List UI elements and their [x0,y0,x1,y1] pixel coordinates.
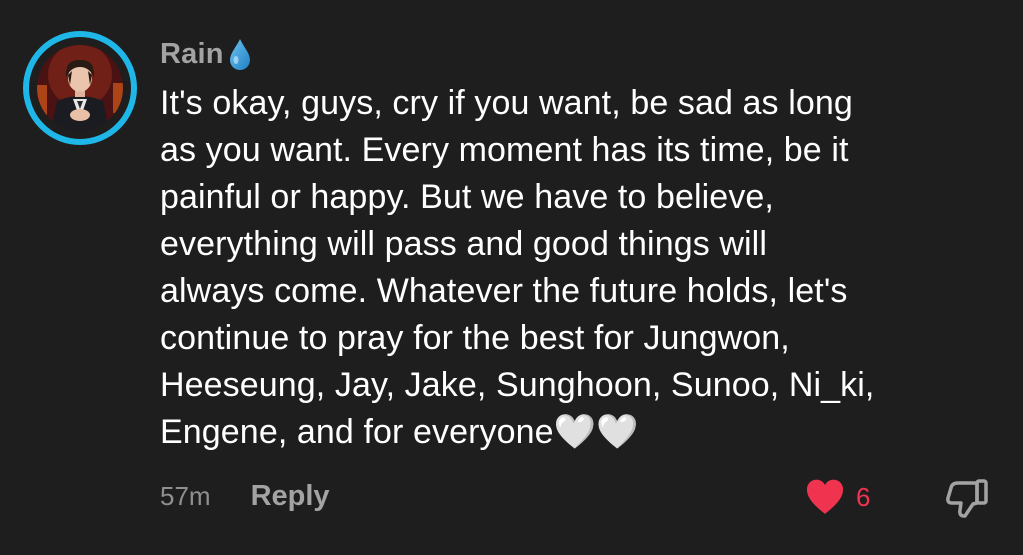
avatar-story-ring[interactable] [23,31,137,145]
username[interactable]: Rain [160,38,224,71]
comment-footer: 57m Reply [160,474,330,518]
comment-header: Rain [160,34,253,74]
heart-icon [804,478,846,516]
avatar[interactable] [37,45,123,131]
reply-button[interactable]: Reply [251,480,330,513]
timestamp: 57m [160,480,211,511]
comment-item: Rain It's okay, guys, cry if you want, b… [0,0,1023,555]
thumbs-down-icon [946,479,988,518]
dislike-button[interactable] [944,476,990,520]
droplet-icon [227,37,253,71]
like-button[interactable]: 6 [804,476,870,518]
comment-body: It's okay, guys, cry if you want, be sad… [160,84,875,451]
avatar-image [37,45,123,131]
like-count: 6 [856,481,871,512]
